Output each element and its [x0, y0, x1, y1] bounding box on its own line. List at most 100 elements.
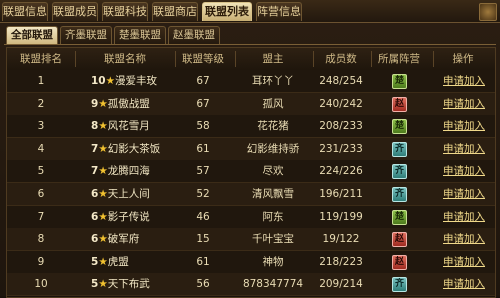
alliance-name-cell: 6★天上人间: [91, 183, 150, 205]
star-icon: ★: [98, 210, 108, 223]
camp-icon: 齐: [392, 187, 407, 202]
rank-cell: 3: [37, 120, 45, 133]
apply-join-link[interactable]: 申请加入: [443, 115, 485, 137]
camp-icon: 楚: [392, 74, 407, 89]
table-row[interactable]: 7 6★影子传说 46 阿东 119/199 楚 申请加入: [7, 205, 495, 229]
table-row[interactable]: 4 7★幻影大茶饭 61 幻影维持骄 231/233 齐 申请加入: [7, 137, 495, 161]
tab-alliance-info[interactable]: 联盟信息: [2, 2, 48, 21]
apply-join-link[interactable]: 申请加入: [443, 70, 485, 92]
alliance-table: 联盟排名 联盟名称 联盟等级 盟主 成员数 所属阵营 操作 1 10 ★ 漫爱丰玫 67…: [6, 47, 496, 298]
header-name: 联盟名称: [104, 53, 146, 65]
alliance-name-cell: 7★龙腾四海: [91, 160, 150, 182]
window-corner-icon[interactable]: [479, 3, 497, 21]
alliance-level-cell: 58: [196, 120, 210, 133]
alliance-name-cell: 5★虎盟: [91, 251, 129, 273]
alliance-level-cell: 15: [196, 233, 210, 246]
camp-icon: 赵: [392, 232, 407, 248]
star-icon: ★: [98, 233, 108, 246]
alliance-name-cell: 6★影子传说: [91, 206, 150, 228]
rank-cell: 7: [37, 210, 45, 223]
table-row[interactable]: 2 9★孤傲战盟 67 孤风 240/242 赵 申请加入: [7, 92, 495, 116]
members-cell: 231/233: [319, 142, 363, 155]
header-camp: 所属阵营: [378, 53, 420, 65]
subtab-qi-alliances[interactable]: 齐墨联盟: [60, 26, 112, 44]
alliance-name-cell: 7★幻影大茶饭: [91, 138, 160, 160]
camp-icon: 齐: [392, 141, 407, 157]
alliance-level-cell: 61: [196, 142, 210, 155]
alliance-name: 虎盟: [107, 255, 129, 268]
apply-join-link[interactable]: 申请加入: [443, 183, 485, 205]
apply-join-link[interactable]: 申请加入: [443, 93, 485, 115]
alliance-level-cell: 67: [196, 75, 210, 87]
apply-join-link[interactable]: 申请加入: [443, 228, 485, 250]
table-header: 联盟排名 联盟名称 联盟等级 盟主 成员数 所属阵营 操作: [7, 48, 495, 71]
table-row[interactable]: 3 8★风花雪月 58 花花猪 208/233 楚 申请加入: [7, 115, 495, 139]
subtab-zhao-alliances[interactable]: 赵墨联盟: [168, 26, 220, 44]
members-cell: 224/226: [319, 165, 363, 178]
star-icon: ★: [98, 142, 108, 155]
camp-icon: 齐: [392, 164, 407, 180]
star-icon: ★: [98, 188, 108, 200]
subtab-all-alliances[interactable]: 全部联盟: [6, 26, 58, 44]
alliance-name: 孤傲战盟: [107, 97, 150, 110]
rank-cell: 1: [37, 75, 45, 87]
table-row[interactable]: 9 5★虎盟 61 神物 218/223 赵 申请加入: [7, 250, 495, 274]
tab-camp-info[interactable]: 阵营信息: [256, 2, 302, 21]
star-icon: ★: [98, 278, 108, 291]
table-row[interactable]: 5 7★龙腾四海 57 尽欢 224/226 齐 申请加入: [7, 160, 495, 184]
alliance-window: 联盟信息 联盟成员 联盟科技 联盟商店 联盟列表 阵营信息 全部联盟 齐墨联盟 …: [0, 0, 500, 298]
leader-cell: 花花猪: [257, 120, 289, 133]
alliance-name: 龙腾四海: [107, 165, 150, 178]
header-members: 成员数: [325, 53, 357, 65]
alliance-name: 风花雪月: [107, 120, 150, 133]
alliance-level-cell: 52: [196, 188, 210, 200]
alliance-name-cell: 5★天下布武: [91, 273, 150, 295]
tab-alliance-members[interactable]: 联盟成员: [52, 2, 98, 21]
header-level: 联盟等级: [182, 53, 224, 65]
apply-join-link[interactable]: 申请加入: [443, 138, 485, 160]
members-cell: 248/254: [319, 75, 363, 87]
leader-cell: 878347774: [242, 278, 304, 291]
header-rank: 联盟排名: [20, 53, 62, 65]
members-cell: 209/214: [319, 278, 363, 291]
rank-cell: 10: [34, 278, 48, 291]
leader-cell: 千叶宝宝: [252, 233, 294, 246]
apply-join-link[interactable]: 申请加入: [443, 160, 485, 182]
apply-join-link[interactable]: 申请加入: [443, 251, 485, 273]
camp-icon: 楚: [392, 209, 407, 225]
star-icon: ★: [98, 97, 108, 110]
table-row[interactable]: 6 6★天上人间 52 清风飘雪 196/211 齐 申请加入: [7, 183, 495, 206]
subtab-chu-alliances[interactable]: 楚墨联盟: [114, 26, 166, 44]
table-row[interactable]: 10 5★天下布武 56 878347774 209/214 齐 申请加入: [7, 273, 495, 297]
leader-cell: 幻影维持骄: [246, 142, 300, 155]
alliance-name: 破军府: [107, 233, 140, 246]
rank-cell: 9: [37, 255, 45, 268]
table-row[interactable]: 1 10★漫爱丰玫 67 耳环丫丫 248/254 楚 申请加入: [7, 70, 495, 93]
rank-cell: 4: [37, 142, 45, 155]
camp-icon: 赵: [392, 254, 407, 270]
alliance-level-cell: 61: [196, 255, 210, 268]
apply-join-link[interactable]: 申请加入: [443, 273, 485, 295]
members-cell: 208/233: [319, 120, 363, 133]
members-cell: 240/242: [319, 97, 363, 110]
leader-cell: 神物: [262, 255, 284, 268]
alliance-level-cell: 56: [196, 278, 210, 291]
alliance-name: 影子传说: [107, 210, 150, 223]
alliance-name: 天上人间: [107, 188, 150, 200]
alliance-level-cell: 46: [196, 210, 210, 223]
alliance-level-cell: 67: [196, 97, 210, 110]
tab-alliance-list[interactable]: 联盟列表: [202, 2, 252, 21]
sub-tab-bar: 全部联盟 齐墨联盟 楚墨联盟 赵墨联盟: [4, 26, 496, 45]
camp-icon: 楚: [392, 119, 407, 135]
members-cell: 19/122: [322, 233, 360, 246]
alliance-name: 幻影大茶饭: [107, 142, 161, 155]
star-icon: ★: [98, 255, 108, 268]
alliance-name: 漫爱丰玫: [115, 75, 158, 87]
alliance-name-cell: 9★孤傲战盟: [91, 93, 150, 115]
table-row[interactable]: 8 6★破军府 15 千叶宝宝 19/122 赵 申请加入: [7, 228, 495, 252]
alliance-level-cell: 57: [196, 165, 210, 178]
tab-alliance-tech[interactable]: 联盟科技: [102, 2, 148, 21]
tab-alliance-shop[interactable]: 联盟商店: [152, 2, 198, 21]
apply-join-link[interactable]: 申请加入: [443, 206, 485, 228]
leader-cell: 孤风: [262, 97, 284, 110]
